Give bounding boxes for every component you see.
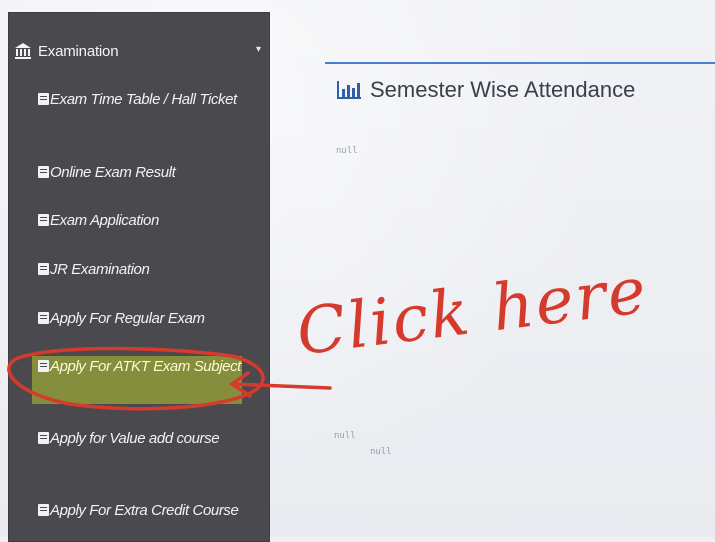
annotation-circle	[7, 346, 265, 411]
annotation-arrow	[228, 371, 332, 398]
